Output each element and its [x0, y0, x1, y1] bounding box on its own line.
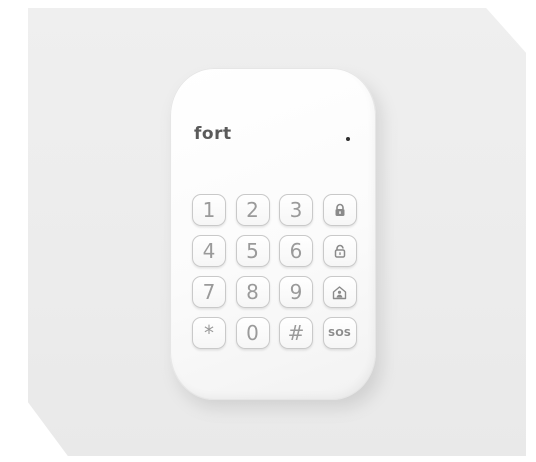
alarm-keypad-device: fort 1 2 3 4 5 6 7 8 9 * 0 # SOS [170, 68, 376, 400]
key-label: # [287, 321, 305, 345]
key-3[interactable]: 3 [279, 194, 313, 226]
key-label: 7 [202, 280, 216, 304]
key-4[interactable]: 4 [192, 235, 226, 267]
key-label: 4 [202, 239, 216, 263]
key-label: 3 [289, 198, 303, 222]
brand-logo: fort [194, 124, 232, 144]
key-label: 1 [202, 198, 216, 222]
key-0[interactable]: 0 [235, 317, 270, 349]
status-led [346, 137, 350, 141]
key-1[interactable]: 1 [192, 194, 226, 226]
key-2[interactable]: 2 [235, 194, 270, 226]
key-disarm[interactable] [322, 235, 357, 267]
key-9[interactable]: 9 [279, 276, 313, 308]
key-label: 2 [246, 198, 259, 222]
key-label: 9 [289, 280, 303, 304]
key-hash[interactable]: # [279, 317, 313, 349]
key-label: * [204, 321, 214, 345]
key-arm-home[interactable] [322, 276, 357, 308]
product-photo: fort 1 2 3 4 5 6 7 8 9 * 0 # SOS [0, 0, 536, 462]
keypad-grid: 1 2 3 4 5 6 7 8 9 * 0 # SOS [192, 194, 357, 349]
lock-closed-icon [335, 203, 344, 216]
lock-open-icon [334, 244, 345, 258]
key-6[interactable]: 6 [279, 235, 313, 267]
key-5[interactable]: 5 [235, 235, 270, 267]
key-label: SOS [328, 327, 351, 339]
key-label: 0 [246, 321, 259, 345]
key-label: 6 [289, 239, 303, 263]
key-arm-away[interactable] [322, 194, 357, 226]
key-star[interactable]: * [192, 317, 226, 349]
key-label: 8 [246, 280, 259, 304]
home-person-icon [332, 285, 347, 299]
key-label: 5 [246, 239, 259, 263]
key-8[interactable]: 8 [235, 276, 270, 308]
key-sos[interactable]: SOS [322, 317, 357, 349]
key-7[interactable]: 7 [192, 276, 226, 308]
